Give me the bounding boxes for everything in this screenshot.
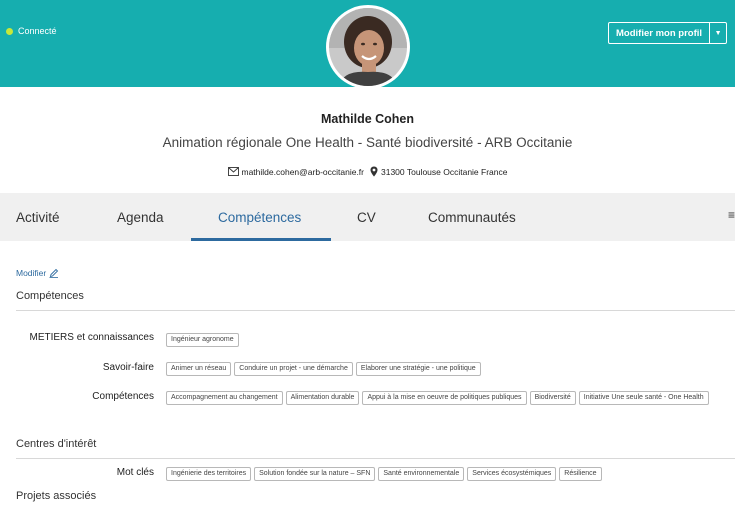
connection-status: Connecté: [6, 26, 57, 36]
email-item[interactable]: mathilde.cohen@arb-occitanie.fr: [227, 166, 365, 177]
mots-cles-label: Mot clés: [116, 467, 154, 478]
profile-name: Mathilde Cohen: [320, 112, 415, 126]
tag[interactable]: Alimentation durable: [285, 391, 360, 405]
tag[interactable]: Solution fondée sur la nature – SFN: [254, 467, 376, 481]
active-tab-indicator: [191, 238, 331, 241]
profile-title: Animation régionale One Health - Santé b…: [162, 135, 573, 150]
envelope-icon: [227, 167, 239, 176]
avatar[interactable]: [326, 5, 410, 89]
status-label: Connecté: [18, 26, 57, 36]
competences-tags: Accompagnement au changement Alimentatio…: [166, 391, 726, 405]
tag[interactable]: Ingénieur agronome: [166, 333, 239, 347]
location-pin-icon: [370, 166, 378, 177]
online-dot-icon: [6, 27, 13, 35]
tab-communautes[interactable]: Communautés: [428, 193, 516, 241]
location-item: 31300 Toulouse Occitanie France: [370, 166, 507, 177]
profile-tabs: Activité Agenda Compétences CV Communaut…: [0, 193, 735, 241]
tag[interactable]: Services écosystémiques: [467, 467, 557, 481]
savoir-faire-tags: Animer un réseau Conduire un projet - un…: [166, 362, 726, 376]
edit-profile-button[interactable]: Modifier mon profil: [609, 23, 711, 43]
tag[interactable]: Animer un réseau: [166, 362, 232, 376]
tag[interactable]: Santé environnementale: [378, 467, 465, 481]
interets-section-title: Centres d'intérêt: [16, 438, 97, 450]
tag[interactable]: Biodiversité: [529, 391, 576, 405]
pencil-icon: [49, 268, 59, 278]
metiers-label: METIERS et connaissances: [29, 332, 155, 343]
menu-icon[interactable]: ≡: [728, 208, 735, 222]
competences-label: Compétences: [92, 391, 154, 402]
tab-cv[interactable]: CV: [357, 193, 376, 241]
tag[interactable]: Elaborer une stratégie - une politique: [355, 362, 481, 376]
edit-profile-dropdown-icon[interactable]: ▼: [710, 23, 726, 43]
tag[interactable]: Initiative Une seule santé - One Health: [578, 391, 709, 405]
projets-section-title: Projets associés: [16, 490, 97, 502]
savoir-faire-label: Savoir-faire: [102, 362, 154, 373]
competences-section-title: Compétences: [16, 290, 84, 302]
tag[interactable]: Résilience: [559, 467, 602, 481]
edit-competences-link[interactable]: Modifier: [16, 268, 59, 278]
tab-activite[interactable]: Activité: [16, 193, 60, 241]
tab-agenda[interactable]: Agenda: [117, 193, 164, 241]
edit-profile-button-group: Modifier mon profil ▼: [608, 22, 728, 44]
tag[interactable]: Conduire un projet - une démarche: [234, 362, 353, 376]
section-divider: [16, 458, 735, 459]
tag[interactable]: Ingénierie des territoires: [166, 467, 252, 481]
mots-cles-tags: Ingénierie des territoires Solution fond…: [166, 467, 726, 481]
location-text: 31300 Toulouse Occitanie France: [381, 166, 508, 177]
tab-competences[interactable]: Compétences: [218, 193, 301, 241]
tag[interactable]: Accompagnement au changement: [166, 391, 283, 405]
avatar-photo: [329, 8, 407, 86]
contact-info: mathilde.cohen@arb-occitanie.fr 31300 To…: [0, 166, 735, 177]
email-text: mathilde.cohen@arb-occitanie.fr: [241, 166, 365, 177]
section-divider: [16, 310, 735, 311]
metiers-tags: Ingénieur agronome: [166, 333, 726, 347]
tag[interactable]: Appui à la mise en oeuvre de politiques …: [362, 391, 527, 405]
edit-link-label: Modifier: [16, 268, 47, 278]
